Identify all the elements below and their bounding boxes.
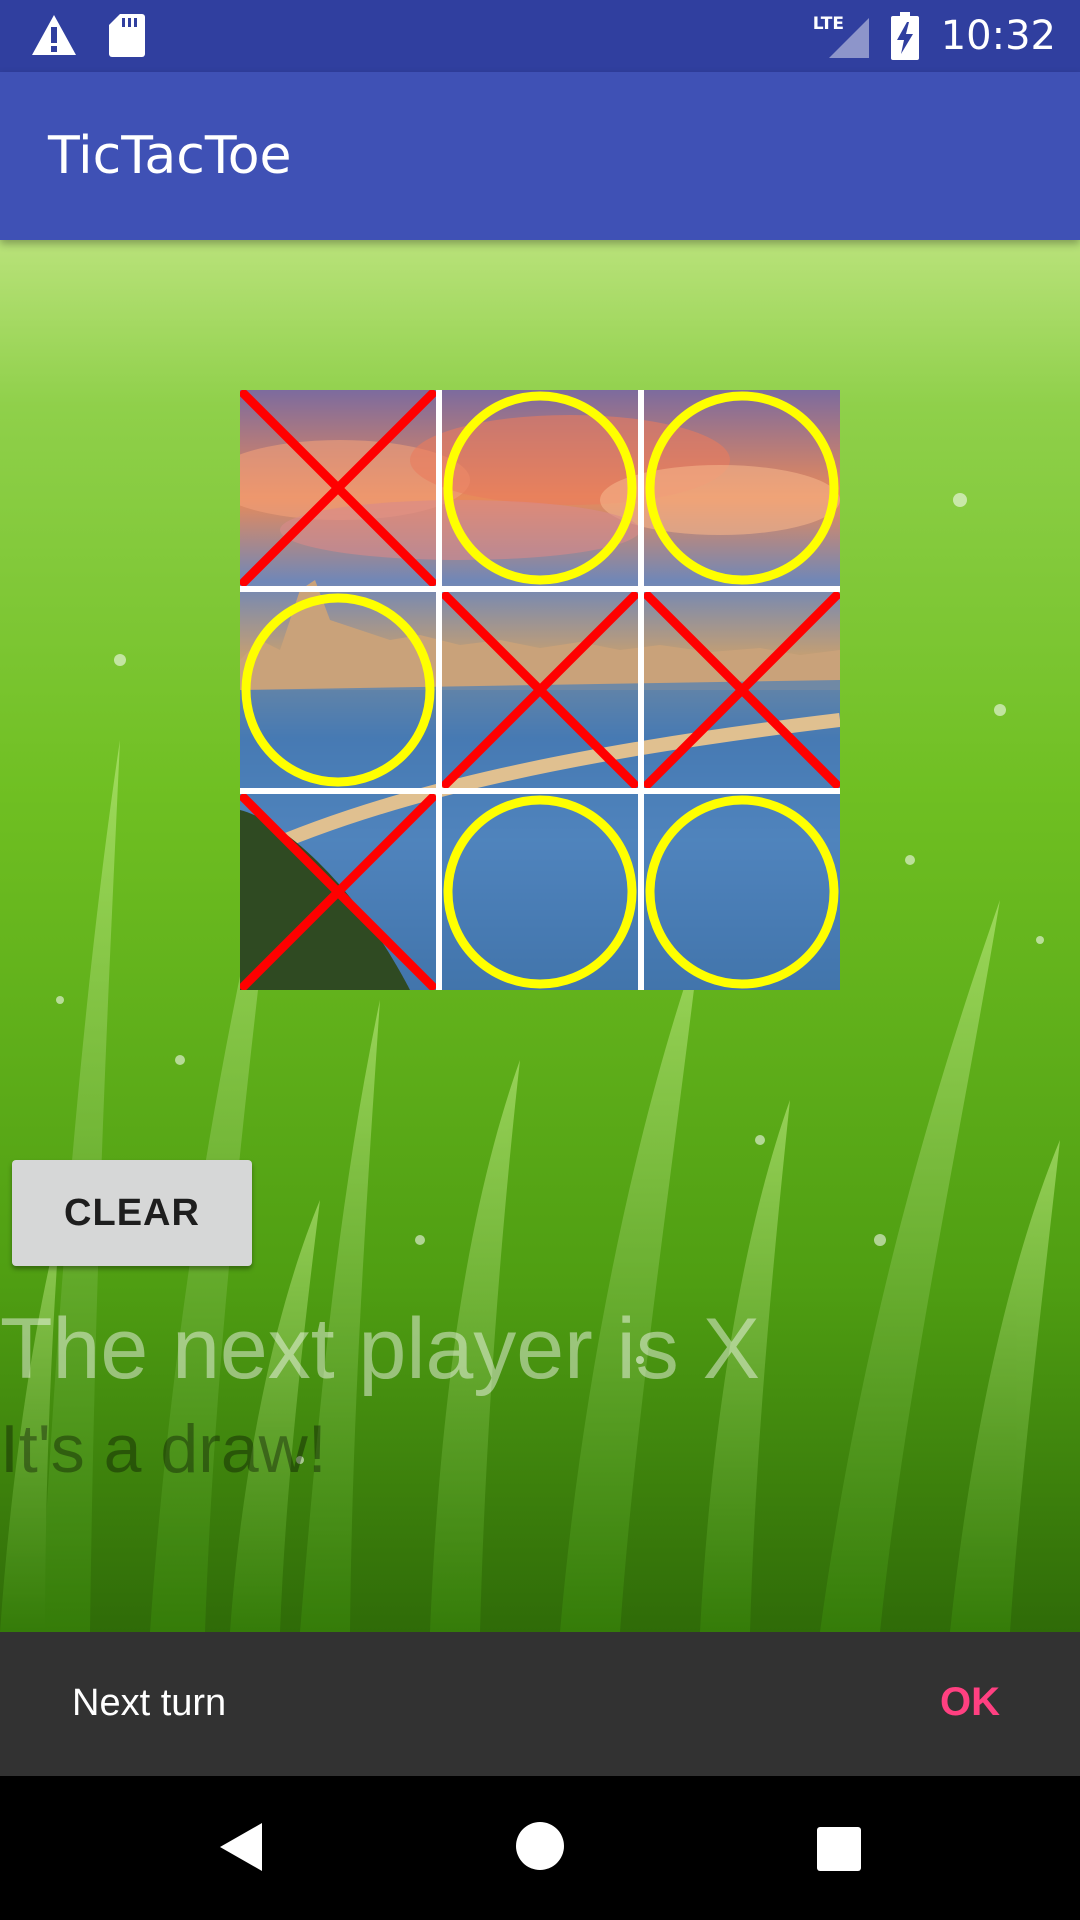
clock: 10:32	[940, 13, 1056, 59]
home-icon[interactable]	[515, 1821, 565, 1871]
cell-photo-tile	[644, 390, 840, 586]
game-board	[240, 390, 840, 990]
board-cell-3[interactable]	[644, 390, 840, 586]
cell-photo-tile	[240, 592, 436, 788]
cell-photo-tile	[644, 592, 840, 788]
board-cell-8[interactable]	[442, 794, 638, 990]
snackbar: Next turn OK	[0, 1632, 1080, 1776]
network-type-label: LTE	[812, 14, 844, 34]
app-bar: TicTacToe	[0, 72, 1080, 240]
cell-photo-tile	[644, 794, 840, 990]
cell-photo-tile	[240, 390, 436, 586]
signal-icon: LTE	[813, 12, 869, 60]
game-result-label: It's a draw!	[0, 1411, 327, 1487]
board-cell-7[interactable]	[240, 794, 436, 990]
game-content: CLEAR The next player is X It's a draw!	[0, 240, 1080, 1632]
warning-icon	[32, 15, 76, 55]
next-player-label: The next player is X	[0, 1301, 761, 1397]
status-bar: LTE 10:32	[0, 0, 1080, 72]
sd-card-icon	[109, 14, 145, 57]
back-icon[interactable]	[216, 1821, 264, 1873]
battery-charging-icon	[890, 12, 919, 60]
cell-photo-tile	[240, 794, 436, 990]
cell-photo-tile	[442, 794, 638, 990]
board-cell-2[interactable]	[442, 390, 638, 586]
cell-photo-tile	[442, 592, 638, 788]
board-cell-6[interactable]	[644, 592, 840, 788]
board-cell-5[interactable]	[442, 592, 638, 788]
recents-icon[interactable]	[816, 1826, 862, 1872]
cell-photo-tile	[442, 390, 638, 586]
board-cell-4[interactable]	[240, 592, 436, 788]
snackbar-ok-button[interactable]: OK	[940, 1680, 1000, 1725]
clear-button[interactable]: CLEAR	[12, 1160, 252, 1266]
board-cell-1[interactable]	[240, 390, 436, 586]
board-cell-9[interactable]	[644, 794, 840, 990]
app-title: TicTacToe	[48, 126, 292, 186]
navigation-bar	[0, 1776, 1080, 1920]
snackbar-message: Next turn	[72, 1682, 227, 1724]
